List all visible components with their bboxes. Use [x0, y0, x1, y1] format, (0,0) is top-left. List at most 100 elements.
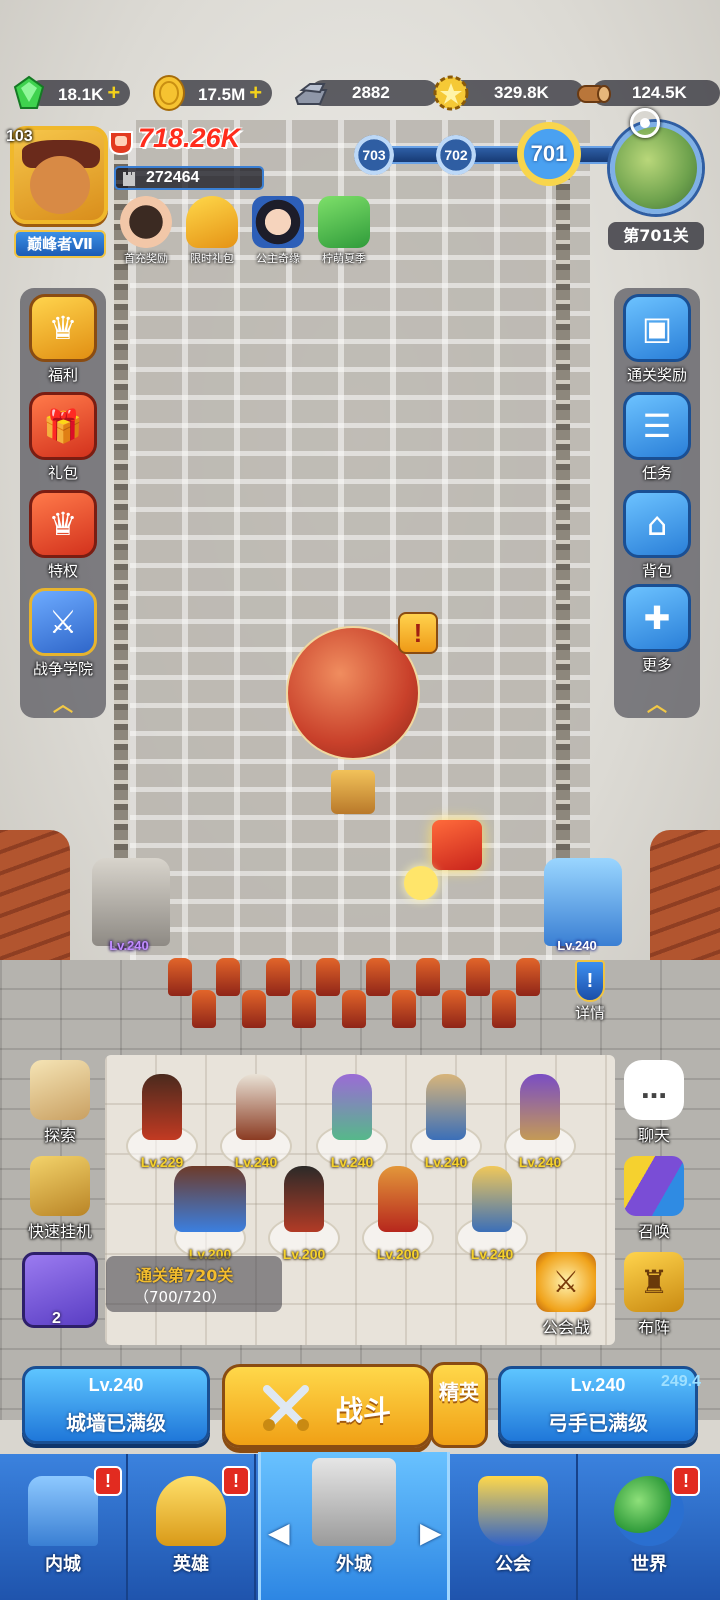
archer-soldier [466, 958, 490, 996]
hero-figure [332, 1074, 372, 1140]
tower-detail-button[interactable]: ! 详情 [564, 960, 616, 1030]
treasure-map-icon [30, 1060, 90, 1120]
stage-node-702: 702 [436, 135, 476, 175]
gem-add-button[interactable]: + [107, 80, 120, 105]
current-stage-label: 第701关 [608, 222, 704, 250]
formation-button[interactable]: ♜ 布阵 [608, 1252, 700, 1348]
hero-slot[interactable]: Lv.240 [498, 1074, 582, 1174]
hero-slot[interactable]: Lv.229 [120, 1074, 204, 1174]
elite-label: 精英 [439, 1380, 479, 1404]
event-lemon-summer[interactable]: 柠萌夏季 [312, 196, 376, 268]
hero-slot[interactable]: Lv.200 [262, 1166, 346, 1266]
left-collapse-arrow-icon[interactable]: ︿ [43, 694, 83, 714]
battle-label: 战斗 [335, 1394, 392, 1427]
crossed-swords-icon [263, 1385, 309, 1431]
elite-button[interactable]: 精英 [430, 1362, 488, 1448]
explore-button[interactable]: 探索 [14, 1060, 106, 1156]
hero-figure [472, 1166, 512, 1232]
chess-rook-icon: ♜ [624, 1252, 684, 1312]
archer-soldier [366, 958, 390, 996]
limited-pack-icon [186, 196, 238, 248]
hero-slot[interactable]: Lv.240 [404, 1074, 488, 1174]
gold-coin-icon [153, 75, 185, 111]
nav-prev-arrow-icon[interactable]: ◀ [268, 1518, 290, 1548]
handshake-shield-icon [478, 1476, 548, 1546]
menu-more[interactable]: ✚ 更多 [614, 580, 700, 676]
lemon-summer-icon [318, 196, 370, 248]
left-tower[interactable] [92, 858, 170, 946]
fist-power-icon [109, 131, 133, 156]
gold-value: 17.5M [198, 85, 246, 104]
hero-slot[interactable]: Lv.240 [214, 1074, 298, 1174]
summon-cards-icon [624, 1156, 684, 1216]
event-limited-pack[interactable]: 限时礼包 [180, 196, 244, 268]
stage-track [368, 146, 623, 164]
nav-label: 世界 [631, 1554, 667, 1575]
summon-button[interactable]: 召唤 [608, 1156, 700, 1252]
archer-upgrade-button[interactable]: Lv.240 249.4 弓手已满级 [498, 1366, 701, 1444]
menu-backpack[interactable]: ⌂ 背包 [614, 486, 700, 582]
menu-war-academy[interactable]: ⚔ 战争学院 [20, 584, 106, 680]
gem-icon [13, 75, 45, 109]
nav-next-arrow-icon[interactable]: ▶ [420, 1518, 442, 1548]
chat-button[interactable]: … 聊天 [608, 1060, 700, 1156]
quick-idle-button[interactable]: 快速挂机 [14, 1156, 106, 1252]
medal-resource: 329.8K [432, 75, 584, 111]
gem-resource[interactable]: 18.1K + [10, 75, 136, 109]
menu-tasks[interactable]: ☰ 任务 [614, 388, 700, 484]
menu-label: 福利 [47, 366, 78, 384]
wood-log-icon [577, 85, 611, 103]
summon-label: 召唤 [637, 1222, 670, 1241]
nav-label: 公会 [495, 1554, 531, 1575]
nav-guild[interactable]: 公会 [450, 1454, 578, 1600]
archer-status: 弓手已满级 [548, 1411, 648, 1435]
archer-soldier [492, 990, 516, 1028]
balloon-alert-icon[interactable]: ! [398, 612, 438, 654]
medal-value: 329.8K [494, 83, 549, 102]
wood-value: 124.5K [632, 83, 687, 102]
nav-badge: ! [94, 1466, 122, 1496]
menu-clear-reward[interactable]: ▣ 通关奖励 [614, 290, 700, 386]
right-tower-level: Lv.240 [557, 938, 597, 953]
event-princess[interactable]: 公主奇缘 [246, 196, 310, 268]
hero-slot[interactable]: Lv.200 [356, 1166, 440, 1266]
hero-slot[interactable]: Lv.240 [310, 1074, 394, 1174]
hero-slot[interactable]: Lv.200 [168, 1166, 252, 1266]
stage-node-current: 701 [517, 122, 581, 186]
archer-soldier [316, 958, 340, 996]
hero-figure [378, 1166, 418, 1232]
castle-small-icon [123, 172, 135, 186]
wall-upgrade-button[interactable]: Lv.240 城墙已满级 [22, 1366, 210, 1444]
hero-figure [426, 1074, 466, 1140]
right-tower[interactable] [544, 858, 622, 946]
menu-welfare[interactable]: ♛ 福利 [20, 290, 106, 386]
hourglass-icon [30, 1156, 90, 1216]
guild-war-button[interactable]: ⚔ 公会战 [520, 1252, 612, 1348]
menu-privilege[interactable]: ♛ 特权 [20, 486, 106, 582]
gift-drop-icon[interactable] [432, 820, 482, 870]
crown-badge-icon: ♛ [29, 294, 97, 362]
chain-right [556, 150, 570, 950]
hero-slot[interactable]: Lv.240 [450, 1166, 534, 1266]
game-scene: 18.1K + 17.5M + 2882 329.8K 124.5K 103 巅峰者… [0, 0, 720, 1600]
stage-minimap[interactable] [610, 122, 702, 214]
battle-button[interactable]: 战斗 [222, 1364, 432, 1448]
hero-figure [284, 1166, 324, 1232]
archer-soldier [442, 990, 466, 1028]
archer-soldier [516, 958, 540, 996]
gold-resource[interactable]: 17.5M + [150, 75, 276, 111]
menu-gift[interactable]: 🎁 礼包 [20, 388, 106, 484]
knight-helmet-icon [156, 1476, 226, 1546]
archer-soldier [242, 990, 266, 1028]
explore-label: 探索 [43, 1126, 76, 1145]
right-collapse-arrow-icon[interactable]: ︿ [637, 694, 677, 714]
combat-power: 718.26K [138, 123, 241, 153]
chat-bubble-icon: … [624, 1060, 684, 1120]
nav-outer-city[interactable]: 外城 [296, 1454, 412, 1600]
locate-icon[interactable] [630, 108, 660, 138]
clear-progress-card[interactable]: 通关第720关 （700/720） [106, 1256, 282, 1312]
hero-level: Lv.200 [376, 1246, 420, 1262]
gear-medal-icon [433, 75, 469, 111]
event-first-recharge[interactable]: 首充奖励 [114, 196, 178, 268]
gold-add-button[interactable]: + [249, 80, 262, 105]
